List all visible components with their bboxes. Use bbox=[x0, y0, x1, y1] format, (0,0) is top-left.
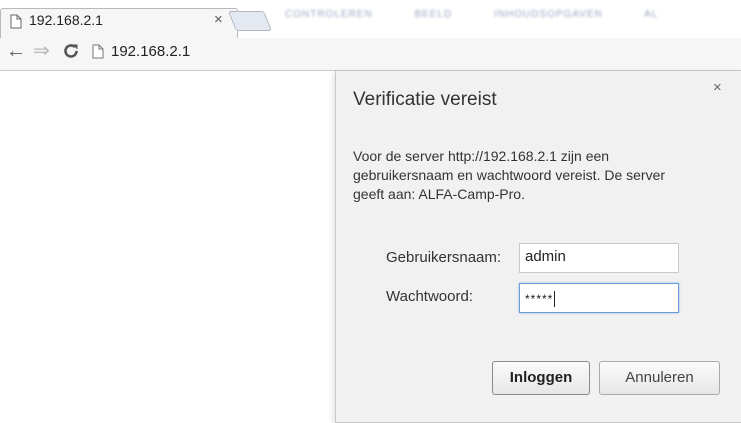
page-icon bbox=[92, 44, 104, 64]
login-button[interactable]: Inloggen bbox=[492, 361, 590, 395]
reload-icon[interactable] bbox=[62, 42, 80, 65]
background-tab-4: AL bbox=[644, 9, 659, 20]
close-icon[interactable]: × bbox=[713, 79, 722, 96]
text-caret bbox=[554, 291, 556, 307]
tab-strip: CONTROLEREN BEELD INHOUDSOPGAVEN AL 192.… bbox=[0, 0, 741, 38]
username-field[interactable]: admin bbox=[519, 243, 679, 273]
page-icon bbox=[10, 14, 22, 34]
dialog-title: Verificatie vereist bbox=[353, 89, 497, 110]
password-mask: ***** bbox=[525, 292, 554, 306]
password-label: Wachtwoord: bbox=[386, 288, 473, 305]
username-label: Gebruikersnaam: bbox=[386, 249, 502, 266]
tab-active[interactable]: 192.168.2.1 × bbox=[0, 8, 238, 38]
new-tab-button[interactable] bbox=[227, 11, 273, 31]
forward-arrow-icon[interactable]: ⇒ bbox=[33, 41, 50, 61]
password-field[interactable]: ***** bbox=[519, 283, 679, 313]
browser-toolbar: ← ⇒ 192.168.2.1 bbox=[0, 38, 741, 71]
background-tab-labels: CONTROLEREN BEELD INHOUDSOPGAVEN AL bbox=[285, 9, 696, 20]
background-tab-3: INHOUDSOPGAVEN bbox=[494, 9, 603, 20]
dialog-message: Voor de server http://192.168.2.1 zijn e… bbox=[353, 148, 666, 202]
back-arrow-icon[interactable]: ← bbox=[6, 41, 26, 61]
cancel-button[interactable]: Annuleren bbox=[599, 361, 720, 395]
address-bar[interactable]: 192.168.2.1 bbox=[111, 43, 190, 60]
tab-title: 192.168.2.1 bbox=[29, 12, 103, 28]
background-tab-1: CONTROLEREN bbox=[285, 9, 373, 20]
tab-close-icon[interactable]: × bbox=[214, 11, 223, 28]
background-tab-2: BEELD bbox=[414, 9, 453, 20]
auth-dialog: Verificatie vereist × Voor de server htt… bbox=[335, 71, 741, 423]
